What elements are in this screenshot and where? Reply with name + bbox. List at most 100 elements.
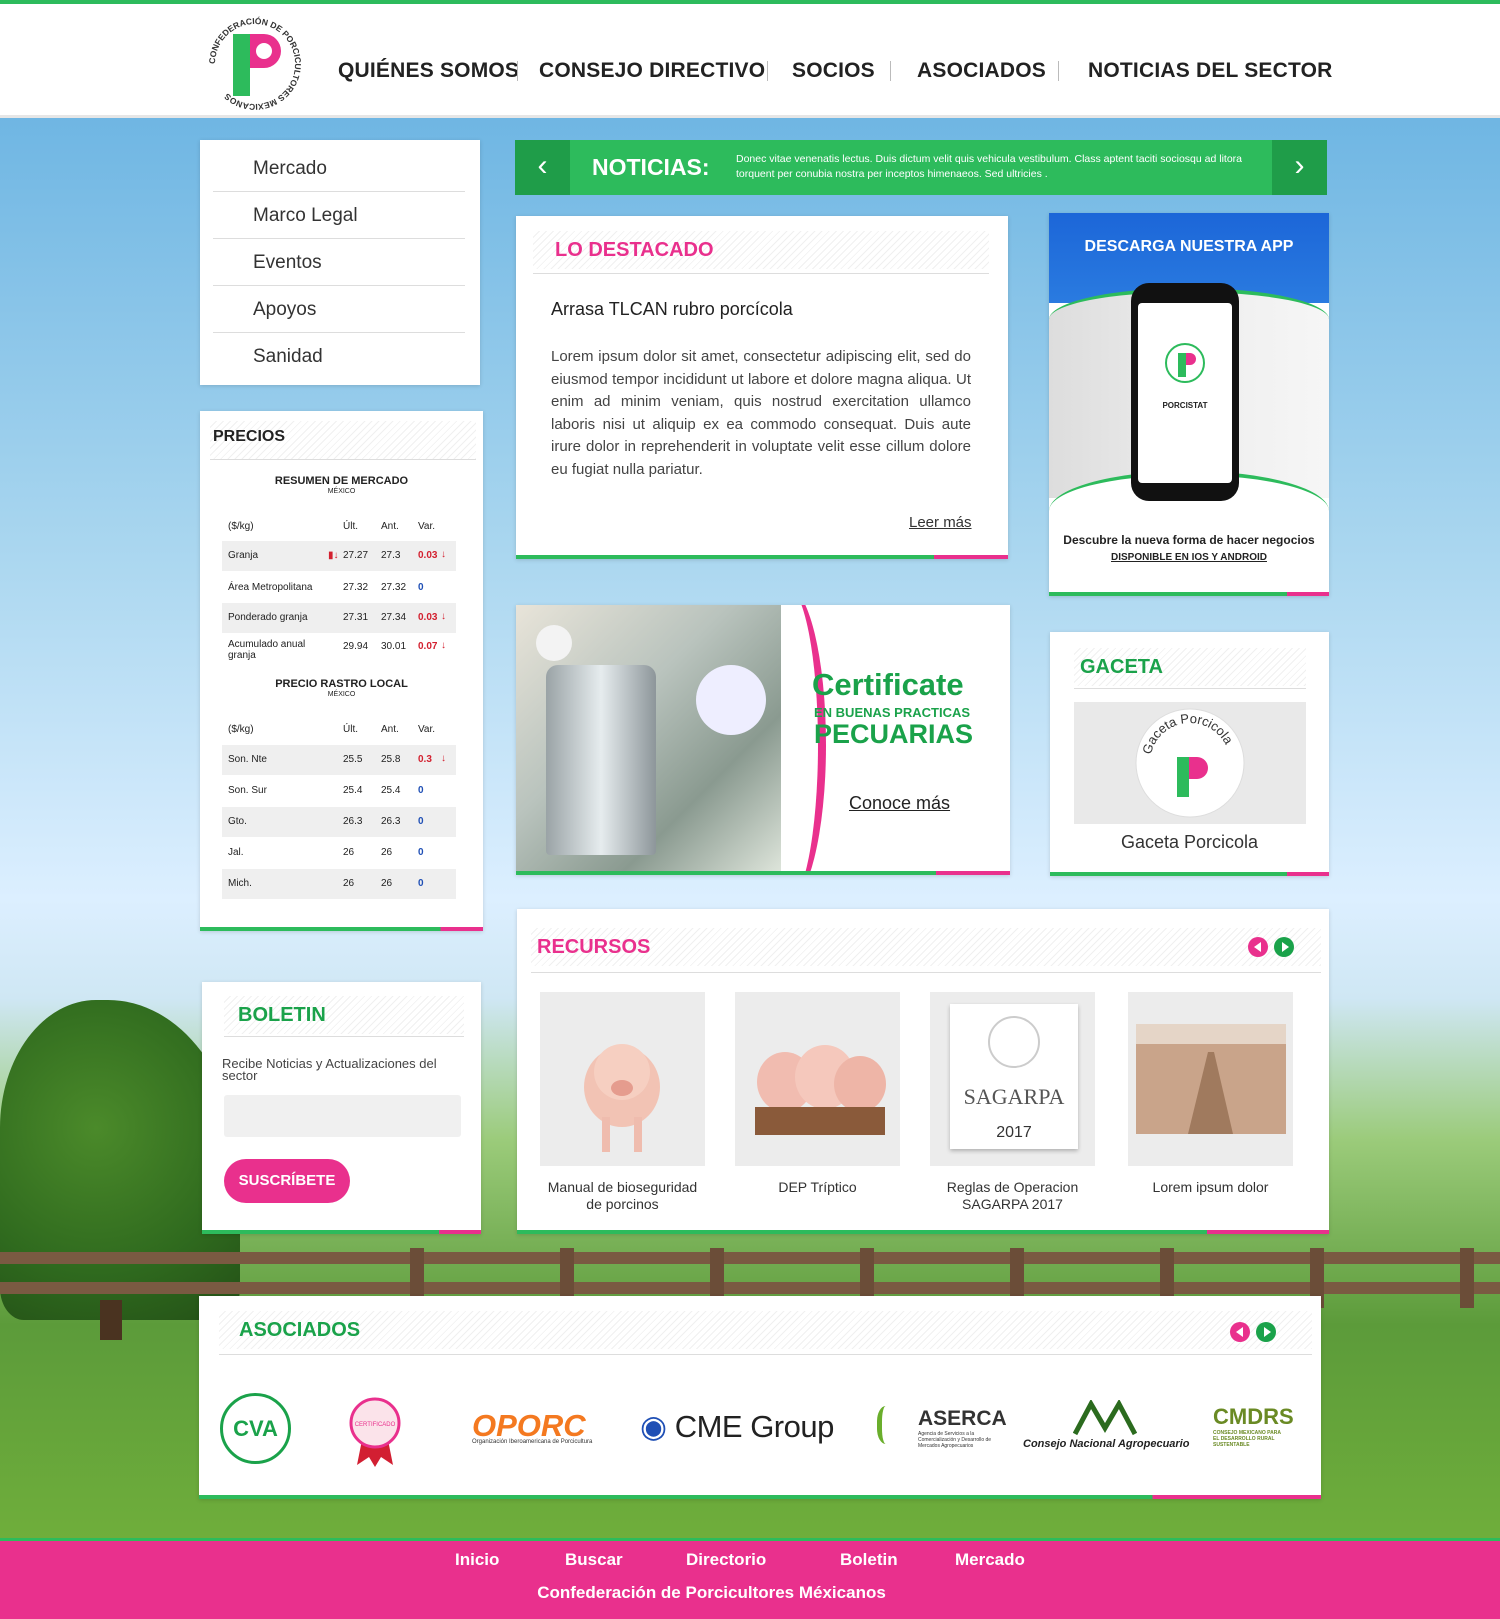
leer-mas-link[interactable]: Leer más xyxy=(909,514,972,531)
resource-label[interactable]: Reglas de Operacion SAGARPA 2017 xyxy=(930,1179,1095,1213)
footer-link-inicio[interactable]: Inicio xyxy=(455,1550,499,1570)
destacado-panel: LO DESTACADO Arrasa TLCAN rubro porcícol… xyxy=(516,216,1008,559)
arrow-down-icon: ↓ xyxy=(441,753,446,764)
resumen-header-var: Var. xyxy=(418,521,436,532)
cva-logo[interactable]: CVA xyxy=(220,1393,291,1464)
nav-quienes-somos[interactable]: QUIÉNES SOMOS xyxy=(338,59,519,83)
sagarpa-text: SAGARPA xyxy=(963,1084,1065,1109)
boletin-email-input[interactable] xyxy=(224,1095,461,1137)
app-title: DESCARGA NUESTRA APP xyxy=(1084,238,1294,255)
asociados-next-icon[interactable] xyxy=(1256,1322,1276,1342)
footer-link-buscar[interactable]: Buscar xyxy=(565,1550,623,1570)
ticker-next-icon[interactable]: › xyxy=(1272,140,1327,195)
resource-label[interactable]: Lorem ipsum dolor xyxy=(1128,1179,1293,1196)
resource-label[interactable]: Manual de bioseguridad de porcinos xyxy=(540,1179,705,1213)
precios-panel: PRECIOS RESUMEN DE MERCADO MÉXICO ($/kg)… xyxy=(200,411,483,931)
arrow-down-icon: ↓ xyxy=(441,611,446,622)
arrow-down-icon: ↓ xyxy=(441,640,446,651)
price-row: Son. Sur 25.4 25.4 0 xyxy=(228,785,424,796)
side-menu-item-mercado[interactable]: Mercado xyxy=(213,145,465,192)
footer-link-boletin[interactable]: Boletin xyxy=(840,1550,898,1570)
price-row: Ponderado granja 27.31 27.34 0.03 ↓ xyxy=(222,603,456,633)
nav-consejo-directivo[interactable]: CONSEJO DIRECTIVO xyxy=(539,59,765,83)
arrow-down-icon: ↓ xyxy=(441,549,446,560)
aserca-logo[interactable]: ASERCA xyxy=(918,1407,1007,1431)
app-name: PORCISTAT xyxy=(1162,401,1208,410)
certificate-banner[interactable]: Certificate EN BUENAS PRACTICAS PECUARIA… xyxy=(516,605,1010,875)
cmdrs-subtitle: CONSEJO MEXICANO PARA EL DESARROLLO RURA… xyxy=(1213,1430,1281,1448)
side-menu-item-marco-legal[interactable]: Marco Legal xyxy=(213,192,465,239)
price-row: Jal. 26 26 0 xyxy=(228,847,424,858)
app-promo-panel: DESCARGA NUESTRA APP PORCISTAT Descubre … xyxy=(1049,213,1329,596)
news-ticker: ‹ NOTICIAS: Donec vitae venenatis lectus… xyxy=(515,140,1327,195)
resource-card-dep-triptico[interactable] xyxy=(735,992,900,1166)
gaceta-panel: GACETA Gaceta Porcicola Gaceta Porcicola xyxy=(1050,632,1329,876)
price-row: Mich. 26 26 0 xyxy=(222,869,456,899)
site-logo[interactable]: CONFEDERACIÓN DE PORCICULTORES MEXICANOS xyxy=(200,12,310,117)
destacado-title: LO DESTACADO xyxy=(533,231,989,269)
resource-card-sagarpa[interactable]: SAGARPA 2017 xyxy=(930,992,1095,1166)
rastro-subtitle: MÉXICO xyxy=(327,691,356,698)
subscribe-button[interactable]: SUSCRÍBETE xyxy=(224,1159,350,1203)
globe-icon: ◉ xyxy=(640,1409,667,1444)
recursos-next-icon[interactable] xyxy=(1274,937,1294,957)
resource-card-manual[interactable] xyxy=(540,992,705,1166)
nav-socios[interactable]: SOCIOS xyxy=(792,59,875,83)
asociados-title: ASOCIADOS xyxy=(219,1311,1312,1349)
piglets-image xyxy=(755,1045,886,1135)
aserca-subtitle: Agencia de Servicios a la Comercializaci… xyxy=(918,1431,992,1449)
cmdrs-logo[interactable]: CMDRS xyxy=(1213,1404,1294,1430)
price-row: Área Metropolitana 27.32 27.32 0 xyxy=(228,582,424,593)
boletin-title: BOLETIN xyxy=(224,996,464,1034)
cme-group-logo[interactable]: ◉ CME Group xyxy=(640,1409,834,1445)
footer-link-directorio[interactable]: Directorio xyxy=(686,1550,766,1570)
gaceta-badge: Gaceta Porcicola xyxy=(1135,708,1245,818)
resumen-subtitle: MÉXICO xyxy=(327,488,356,495)
site-header: CONFEDERACIÓN DE PORCICULTORES MEXICANOS… xyxy=(0,0,1500,118)
destacado-body: Lorem ipsum dolor sit amet, consectetur … xyxy=(551,348,971,478)
ticker-prev-icon[interactable]: ‹ xyxy=(515,140,570,195)
aserca-leaf-icon xyxy=(877,1406,899,1444)
rastro-title: PRECIO RASTRO LOCAL xyxy=(275,678,408,690)
resumen-header-ant: Ant. xyxy=(381,521,399,532)
ticker-text[interactable]: Donec vitae venenatis lectus. Duis dictu… xyxy=(736,152,1246,182)
boletin-panel: BOLETIN Recibe Noticias y Actualizacione… xyxy=(202,982,481,1234)
price-row: Gto. 26.3 26.3 0 xyxy=(222,807,456,837)
price-row: Acumulado anual granja 29.94 30.01 0.07 … xyxy=(228,639,446,661)
nav-asociados[interactable]: ASOCIADOS xyxy=(917,59,1046,83)
precios-title: PRECIOS xyxy=(210,421,476,459)
side-menu-item-apoyos[interactable]: Apoyos xyxy=(213,286,465,333)
side-menu-item-sanidad[interactable]: Sanidad xyxy=(213,333,465,380)
boletin-text: Recibe Noticias y Actualizaciones del se… xyxy=(222,1056,437,1083)
price-row: Son. Nte 25.5 25.8 0.3 ↓ xyxy=(222,745,456,775)
resumen-header-ult: Últ. xyxy=(343,521,358,532)
gaceta-caption[interactable]: Gaceta Porcicola xyxy=(1050,832,1329,853)
certificate-line3: PECUARIAS xyxy=(814,719,974,749)
ticker-label: NOTICIAS: xyxy=(592,154,710,180)
app-download-link[interactable]: DISPONIBLE EN IOS Y ANDROID xyxy=(1049,552,1329,563)
price-row: Granja ▮↓ 27.27 27.3 0.03 ↓ xyxy=(222,541,456,571)
resource-card-lorem[interactable] xyxy=(1128,992,1293,1166)
footer-link-mercado[interactable]: Mercado xyxy=(955,1550,1025,1570)
lab-photo xyxy=(516,605,781,875)
side-menu-item-eventos[interactable]: Eventos xyxy=(213,239,465,286)
farm-interior-image xyxy=(1136,1024,1286,1134)
recursos-prev-icon[interactable] xyxy=(1248,937,1268,957)
cna-logo[interactable]: Consejo Nacional Agropecuario xyxy=(1023,1438,1189,1450)
conoce-mas-link[interactable]: Conoce más xyxy=(849,793,950,814)
resource-label[interactable]: DEP Tríptico xyxy=(735,1179,900,1196)
pig-image xyxy=(584,1044,660,1152)
certificado-seal-logo[interactable]: CERTIFICADO xyxy=(345,1395,405,1467)
nav-noticias-del-sector[interactable]: NOTICIAS DEL SECTOR xyxy=(1088,59,1333,83)
resumen-header-unit: ($/kg) xyxy=(228,521,254,532)
asociados-prev-icon[interactable] xyxy=(1230,1322,1250,1342)
side-menu: Mercado Marco Legal Eventos Apoyos Sanid… xyxy=(200,140,480,385)
certificate-line1: Certificate xyxy=(812,667,964,702)
destacado-headline[interactable]: Arrasa TLCAN rubro porcícola xyxy=(551,299,793,320)
footer-org-name: Confederación de Porcicultores Méxicanos xyxy=(537,1583,886,1602)
sagarpa-year: 2017 xyxy=(996,1124,1032,1141)
seal-text: CERTIFICADO xyxy=(355,1422,396,1428)
cna-mountains-icon xyxy=(1073,1400,1137,1436)
gaceta-cover[interactable]: Gaceta Porcicola xyxy=(1074,702,1306,824)
gaceta-title: GACETA xyxy=(1074,648,1306,686)
